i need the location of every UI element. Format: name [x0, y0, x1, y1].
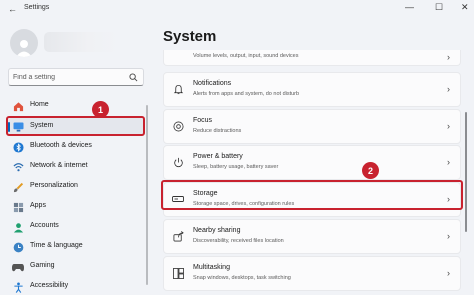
back-arrow-icon[interactable]: ← — [8, 4, 17, 14]
controller-icon — [12, 261, 24, 273]
sound-card[interactable]: Volume levels, output, input, sound devi… — [163, 50, 461, 66]
globe-clock-icon — [12, 241, 24, 253]
card-title: Multitasking — [193, 264, 230, 271]
card-subtitle: Snap windows, desktops, task switching — [193, 275, 291, 281]
maximize-button[interactable]: ☐ — [435, 2, 443, 13]
home-icon — [12, 100, 24, 112]
accessibility-icon — [12, 281, 24, 293]
bluetooth-icon — [12, 141, 24, 153]
card-title: Nearby sharing — [193, 227, 241, 234]
multitasking-card[interactable]: Multitasking Snap windows, desktops, tas… — [163, 256, 461, 291]
brush-icon — [12, 181, 24, 193]
user-name-redacted — [44, 32, 118, 52]
chevron-right-icon: › — [447, 157, 450, 167]
sidebar-item-label: Network & internet — [30, 162, 88, 169]
app-title: Settings — [24, 4, 50, 11]
nearby-sharing-card[interactable]: Nearby sharing Discoverability, received… — [163, 219, 461, 254]
card-title: Notifications — [193, 80, 232, 87]
card-subtitle: Volume levels, output, input, sound devi… — [193, 53, 299, 59]
title-bar: ← Settings — ☐ ✕ — [0, 0, 474, 17]
step-badge-2: 2 — [362, 162, 379, 179]
card-subtitle: Reduce distractions — [193, 128, 242, 134]
sidebar-item-label: Personalization — [30, 182, 78, 189]
notifications-card[interactable]: Notifications Alerts from apps and syste… — [163, 72, 461, 107]
sidebar-item-time-language[interactable]: Time & language — [8, 238, 144, 256]
sidebar-item-label: Time & language — [30, 242, 83, 249]
apps-icon — [12, 201, 24, 213]
sidebar-scrollbar[interactable] — [146, 105, 148, 285]
multitask-icon — [172, 267, 184, 279]
sidebar-item-accessibility[interactable]: Accessibility — [8, 278, 144, 295]
close-button[interactable]: ✕ — [461, 2, 469, 13]
sidebar-item-label: Accounts — [30, 222, 59, 229]
focus-card[interactable]: Focus Reduce distractions › — [163, 109, 461, 144]
step-badge-1: 1 — [92, 101, 109, 118]
sidebar-item-accounts[interactable]: Accounts — [8, 218, 144, 236]
wifi-icon — [12, 161, 24, 173]
share-icon — [172, 230, 184, 242]
card-subtitle: Alerts from apps and system, do not dist… — [193, 91, 300, 97]
page-title: System — [163, 28, 217, 45]
focus-icon — [172, 120, 184, 132]
search-input[interactable] — [13, 72, 123, 83]
search-icon[interactable] — [129, 73, 138, 82]
power-icon — [172, 156, 184, 168]
sidebar-item-personalization[interactable]: Personalization — [8, 178, 144, 196]
chevron-right-icon: › — [447, 121, 450, 131]
sidebar-item-network[interactable]: Network & internet — [8, 158, 144, 176]
accounts-icon — [12, 221, 24, 233]
chevron-right-icon: › — [447, 231, 450, 241]
search-box[interactable] — [8, 68, 144, 86]
sidebar-item-label: Apps — [30, 202, 46, 209]
sidebar-item-apps[interactable]: Apps — [8, 198, 144, 216]
sidebar-item-bluetooth[interactable]: Bluetooth & devices — [8, 138, 144, 156]
bell-icon — [172, 83, 184, 95]
sidebar-item-label: Home — [30, 101, 49, 108]
chevron-right-icon: › — [447, 84, 450, 94]
chevron-right-icon: › — [447, 52, 450, 62]
sidebar-item-home[interactable]: Home — [8, 97, 144, 115]
card-subtitle: Sleep, battery usage, battery saver — [193, 164, 279, 170]
sidebar-item-gaming[interactable]: Gaming — [8, 258, 144, 276]
avatar[interactable] — [10, 29, 38, 57]
system-highlight-box — [6, 116, 145, 136]
storage-highlight-box — [161, 180, 463, 210]
minimize-button[interactable]: — — [405, 2, 414, 12]
chevron-right-icon: › — [447, 268, 450, 278]
sidebar-item-label: Gaming — [30, 262, 55, 269]
card-subtitle: Discoverability, received files location — [193, 238, 284, 244]
sidebar-item-label: Accessibility — [30, 282, 69, 289]
user-icon — [16, 40, 32, 57]
card-title: Power & battery — [193, 153, 243, 160]
power-battery-card[interactable]: Power & battery Sleep, battery usage, ba… — [163, 145, 461, 180]
main-scrollbar[interactable] — [465, 112, 467, 232]
sidebar-item-label: Bluetooth & devices — [30, 142, 92, 149]
card-title: Focus — [193, 117, 213, 124]
